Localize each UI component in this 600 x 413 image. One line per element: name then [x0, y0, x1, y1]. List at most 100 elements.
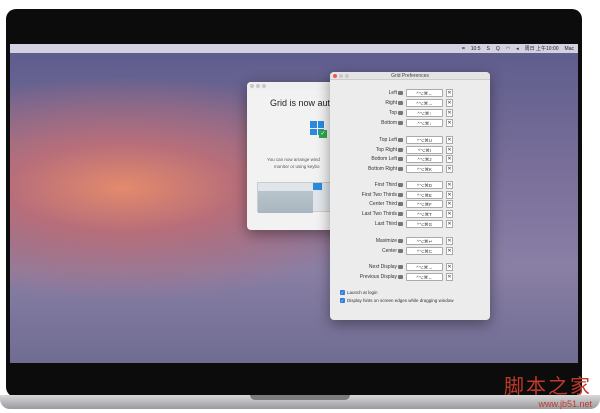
layout-icon — [398, 212, 403, 216]
shortcut-row: Right ^⌥⌘→ ✕ — [330, 99, 490, 108]
layout-icon — [398, 249, 403, 253]
shortcut-row: Previous Display ^⌥⌘← ✕ — [330, 273, 490, 282]
checkbox-label: Launch at login — [347, 290, 378, 295]
clear-shortcut-button[interactable]: ✕ — [446, 109, 453, 117]
clear-shortcut-button[interactable]: ✕ — [446, 247, 453, 255]
grid-icon — [313, 183, 322, 190]
shortcut-label: Left — [388, 90, 397, 96]
layout-icon — [398, 239, 403, 243]
close-button[interactable] — [333, 74, 337, 78]
layout-icon — [398, 222, 403, 226]
menubar-item[interactable]: 10:5 — [471, 46, 481, 52]
clear-shortcut-button[interactable]: ✕ — [446, 181, 453, 189]
shortcut-field[interactable]: ^⌥⌘F — [406, 200, 443, 208]
display-hints-checkbox[interactable]: ✓ Display hints on screen edges while dra… — [340, 298, 454, 303]
shortcut-field[interactable]: ^⌥⌘E — [406, 191, 443, 199]
shortcut-field[interactable]: ^⌥⌘D — [406, 181, 443, 189]
shortcut-label: Center — [381, 248, 397, 254]
shortcut-field[interactable]: ^⌥⌘← — [406, 89, 443, 97]
desktop: ⌗ 10:5 S Q ◠ ◂ 周日 上午10:00 Mac Grid is no… — [10, 44, 578, 363]
grid-menu-icon[interactable]: ⌗ — [462, 46, 465, 52]
layout-icon — [398, 121, 403, 125]
shortcut-field[interactable]: ^⌥⌘← — [406, 273, 443, 281]
spotlight-icon[interactable]: Q — [496, 46, 500, 52]
shortcut-label: Right — [385, 100, 397, 106]
grid-preferences-window: Grid Preferences Left ^⌥⌘← ✕ Right ^⌥⌘→ ✕ Top ^… — [330, 72, 490, 320]
launch-at-login-checkbox[interactable]: ✓ Launch at login — [340, 290, 378, 295]
clear-shortcut-button[interactable]: ✕ — [446, 99, 453, 107]
shortcut-label: Bottom — [381, 120, 397, 126]
shortcut-field[interactable]: ^⌥⌘↩ — [406, 237, 443, 245]
shortcut-row: First Third ^⌥⌘D ✕ — [330, 181, 490, 190]
shortcut-label: First Two Thirds — [361, 192, 397, 198]
welcome-title: Grid is now aut — [270, 98, 331, 108]
shortcut-label: Previous Display — [359, 274, 397, 280]
shortcut-field[interactable]: ^⌥⌘T — [406, 210, 443, 218]
layout-icon — [398, 183, 403, 187]
clear-shortcut-button[interactable]: ✕ — [446, 155, 453, 163]
clear-shortcut-button[interactable]: ✕ — [446, 263, 453, 271]
shortcut-row: Top Right ^⌥⌘I ✕ — [330, 146, 490, 155]
shortcut-field[interactable]: ^⌥⌘K — [406, 165, 443, 173]
checkbox-label: Display hints on screen edges while drag… — [347, 298, 454, 303]
layout-icon — [398, 265, 403, 269]
watermark: 脚本之家 www.jb51.net — [504, 370, 592, 409]
shortcut-field[interactable]: ^⌥⌘J — [406, 155, 443, 163]
minimize-button[interactable] — [339, 74, 343, 78]
clear-shortcut-button[interactable]: ✕ — [446, 136, 453, 144]
shortcut-field[interactable]: ^⌥⌘I — [406, 146, 443, 154]
checkmark-icon: ✓ — [340, 298, 345, 303]
shortcut-label: Next Display — [368, 264, 397, 270]
menubar-item[interactable]: S — [487, 46, 490, 52]
zoom-button[interactable] — [345, 74, 349, 78]
check-badge-icon: ✓ — [319, 130, 327, 138]
clear-shortcut-button[interactable]: ✕ — [446, 237, 453, 245]
shortcut-row: Last Third ^⌥⌘G ✕ — [330, 220, 490, 229]
volume-icon[interactable]: ◂ — [516, 46, 519, 52]
layout-icon — [398, 157, 403, 161]
clear-shortcut-button[interactable]: ✕ — [446, 210, 453, 218]
shortcut-label: Last Third — [374, 221, 397, 227]
shortcut-field[interactable]: ^⌥⌘C — [406, 247, 443, 255]
clear-shortcut-button[interactable]: ✕ — [446, 165, 453, 173]
shortcut-field[interactable]: ^⌥⌘→ — [406, 99, 443, 107]
user-menu[interactable]: Mac — [565, 46, 574, 52]
shortcut-field[interactable]: ^⌥⌘↓ — [406, 119, 443, 127]
shortcut-label: Last Two Thirds — [361, 211, 397, 217]
shortcut-field[interactable]: ^⌥⌘→ — [406, 263, 443, 271]
preview-image — [257, 182, 337, 213]
shortcut-field[interactable]: ^⌥⌘U — [406, 136, 443, 144]
clear-shortcut-button[interactable]: ✕ — [446, 220, 453, 228]
shortcut-field[interactable]: ^⌥⌘↑ — [406, 109, 443, 117]
window-title: Grid Preferences — [391, 73, 429, 79]
clear-shortcut-button[interactable]: ✕ — [446, 273, 453, 281]
shortcut-row: Maximize ^⌥⌘↩ ✕ — [330, 237, 490, 246]
welcome-text: You can now arrange wind — [267, 157, 320, 162]
shortcut-row: Left ^⌥⌘← ✕ — [330, 89, 490, 98]
title-bar: Grid Preferences — [330, 72, 490, 80]
shortcut-row: Next Display ^⌥⌘→ ✕ — [330, 263, 490, 272]
clear-shortcut-button[interactable]: ✕ — [446, 200, 453, 208]
watermark-url: www.jb51.net — [538, 399, 592, 409]
shortcut-field[interactable]: ^⌥⌘G — [406, 220, 443, 228]
layout-icon — [398, 193, 403, 197]
shortcut-row: Bottom ^⌥⌘↓ ✕ — [330, 119, 490, 128]
clock[interactable]: 周日 上午10:00 — [525, 45, 559, 52]
wifi-icon[interactable]: ◠ — [506, 46, 510, 52]
shortcut-label: Maximize — [375, 238, 397, 244]
clear-shortcut-button[interactable]: ✕ — [446, 119, 453, 127]
shortcut-row: Top ^⌥⌘↑ ✕ — [330, 109, 490, 118]
shortcut-row: Center ^⌥⌘C ✕ — [330, 247, 490, 256]
shortcut-row: Top Left ^⌥⌘U ✕ — [330, 136, 490, 145]
shortcut-label: Top Left — [379, 137, 397, 143]
shortcut-label: Center Third — [369, 201, 397, 207]
clear-shortcut-button[interactable]: ✕ — [446, 146, 453, 154]
shortcut-label: Bottom Left — [371, 156, 397, 162]
shortcut-label: Top Right — [375, 147, 397, 153]
clear-shortcut-button[interactable]: ✕ — [446, 191, 453, 199]
clear-shortcut-button[interactable]: ✕ — [446, 89, 453, 97]
welcome-text: monitor or using keybo — [274, 164, 320, 169]
layout-icon — [398, 202, 403, 206]
shortcut-row: First Two Thirds ^⌥⌘E ✕ — [330, 191, 490, 200]
shortcut-label: Top — [388, 110, 397, 116]
